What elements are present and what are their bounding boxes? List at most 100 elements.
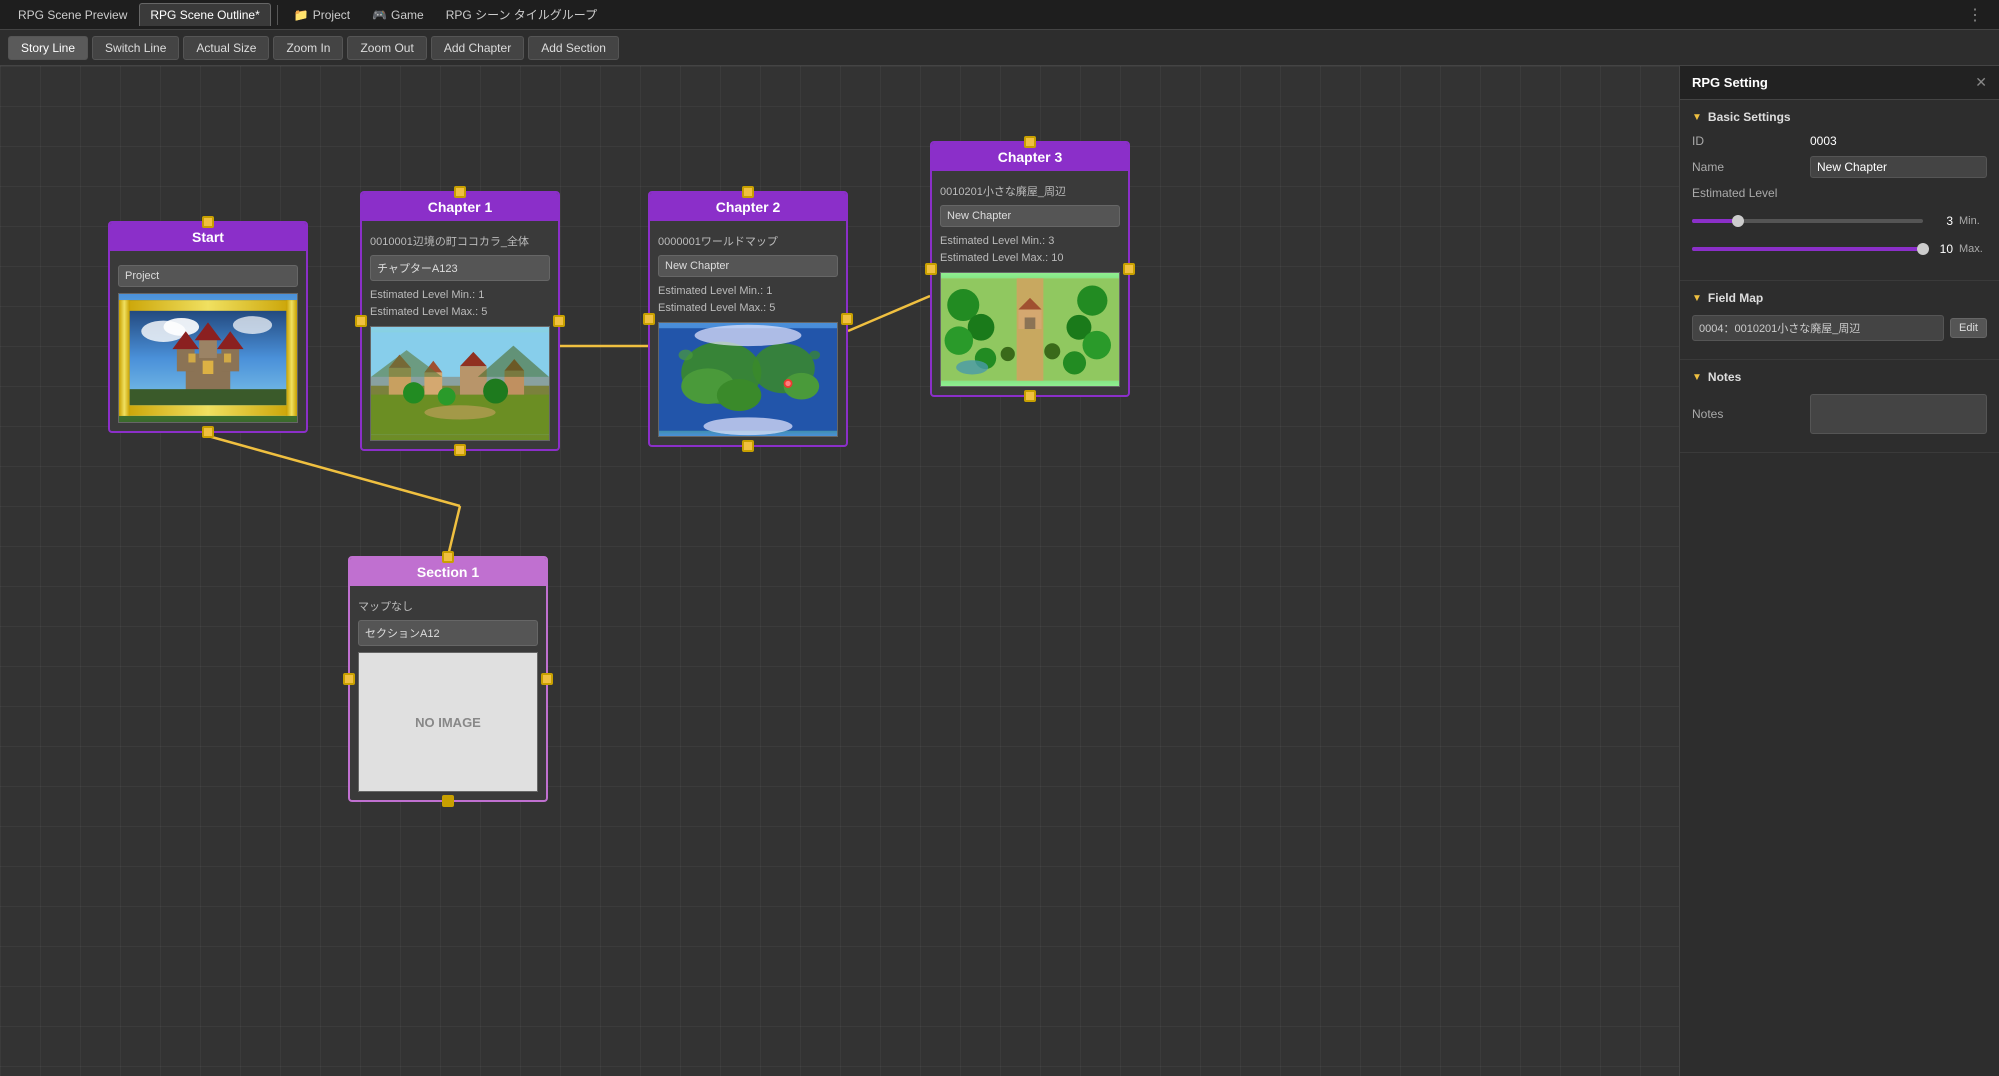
start-node-content: Project xyxy=(110,251,306,431)
notes-input[interactable] xyxy=(1810,394,1987,434)
field-map-section: ▼ Field Map 0004：0010201小さな廃屋_周辺 Edit xyxy=(1680,281,1999,360)
chapter3-node[interactable]: Chapter 3 0010201小さな廃屋_周辺 New Chapter Es… xyxy=(930,141,1130,397)
name-row: Name xyxy=(1692,156,1987,178)
folder-icon: 📁 xyxy=(294,8,309,22)
section1-node[interactable]: Section 1 マップなし セクションA12 NO IMAGE xyxy=(348,556,548,802)
chapter1-node[interactable]: Chapter 1 0010001辺境の町ココカラ_全体 チャプターA123 E… xyxy=(360,191,560,451)
id-value: 0003 xyxy=(1810,134,1987,148)
chapter3-map-id: 0010201小さな廃屋_周辺 xyxy=(940,183,1120,199)
actual-size-button[interactable]: Actual Size xyxy=(183,36,269,60)
chapter2-node[interactable]: Chapter 2 0000001ワールドマップ New Chapter Est… xyxy=(648,191,848,447)
start-connector-top[interactable] xyxy=(202,216,214,228)
chapter2-field: New Chapter xyxy=(658,255,838,277)
tab-tile-group[interactable]: RPG シーン タイルグループ xyxy=(436,2,607,27)
notes-label: Notes xyxy=(1692,407,1802,421)
level-max-value: 10 xyxy=(1929,242,1953,256)
section1-title: Section 1 xyxy=(417,564,479,580)
chapter1-map-id: 0010001辺境の町ココカラ_全体 xyxy=(370,233,550,249)
level-max-unit: Max. xyxy=(1959,243,1987,255)
chapter1-level: Estimated Level Min.: 1 Estimated Level … xyxy=(370,287,550,320)
toolbar: Story Line Switch Line Actual Size Zoom … xyxy=(0,30,1999,66)
id-row: ID 0003 xyxy=(1692,134,1987,148)
chapter2-content: 0000001ワールドマップ New Chapter Estimated Lev… xyxy=(650,221,846,445)
chapter1-field: チャプターA123 xyxy=(370,255,550,281)
notes-arrow: ▼ xyxy=(1692,372,1702,383)
tab-bar: RPG Scene Preview RPG Scene Outline* 📁Pr… xyxy=(0,0,1999,30)
tab-project[interactable]: 📁Project xyxy=(284,4,360,26)
chapter1-connector-top[interactable] xyxy=(454,186,466,198)
chapter2-image xyxy=(658,322,838,437)
field-map-arrow: ▼ xyxy=(1692,293,1702,304)
story-line-button[interactable]: Story Line xyxy=(8,36,88,60)
chapter1-connector-right[interactable] xyxy=(553,315,565,327)
setting-panel-close-button[interactable]: ✕ xyxy=(1975,74,1987,91)
notes-row: Notes xyxy=(1692,394,1987,434)
name-label: Name xyxy=(1692,160,1802,174)
chapter2-connector-top[interactable] xyxy=(742,186,754,198)
zoom-in-button[interactable]: Zoom In xyxy=(273,36,343,60)
menu-dots-button[interactable]: ⋮ xyxy=(1959,5,1991,25)
section1-connector-left[interactable] xyxy=(343,673,355,685)
tab-divider-1 xyxy=(277,5,278,25)
chapter2-connector-left[interactable] xyxy=(643,313,655,325)
zoom-out-button[interactable]: Zoom Out xyxy=(347,36,426,60)
section1-connector-top[interactable] xyxy=(442,551,454,563)
chapter3-connector-bottom[interactable] xyxy=(1024,390,1036,402)
chapter3-field: New Chapter xyxy=(940,205,1120,227)
start-node-title: Start xyxy=(192,229,224,245)
chapter2-map-id: 0000001ワールドマップ xyxy=(658,233,838,249)
add-chapter-button[interactable]: Add Chapter xyxy=(431,36,524,60)
chapter1-connector-left[interactable] xyxy=(355,315,367,327)
start-project-field: Project xyxy=(118,265,298,287)
basic-settings-title: Basic Settings xyxy=(1708,110,1791,124)
tab-game[interactable]: 🎮Game xyxy=(362,4,434,26)
basic-settings-arrow: ▼ xyxy=(1692,112,1702,123)
chapter3-connector-right[interactable] xyxy=(1123,263,1135,275)
estimated-level-row: Estimated Level 3 Min. 10 Max. xyxy=(1692,186,1987,262)
chapter1-connector-bottom[interactable] xyxy=(454,444,466,456)
chapter3-map-img xyxy=(941,273,1119,386)
field-map-title: Field Map xyxy=(1708,291,1763,305)
chapter3-connector-top[interactable] xyxy=(1024,136,1036,148)
section1-connector-right[interactable] xyxy=(541,673,553,685)
field-map-value-display: 0004：0010201小さな廃屋_周辺 xyxy=(1692,315,1944,341)
section1-field: セクションA12 xyxy=(358,620,538,646)
section1-connector-bottom[interactable] xyxy=(442,795,454,807)
chapter2-connector-right[interactable] xyxy=(841,313,853,325)
chapter3-title: Chapter 3 xyxy=(998,149,1063,165)
level-max-row: 10 Max. xyxy=(1692,242,1987,256)
section1-no-image: NO IMAGE xyxy=(359,653,537,791)
chapter2-map-img xyxy=(659,323,837,436)
start-map-image xyxy=(119,294,297,422)
notes-section: ▼ Notes Notes xyxy=(1680,360,1999,453)
start-node[interactable]: Start Project xyxy=(108,221,308,433)
switch-line-button[interactable]: Switch Line xyxy=(92,36,179,60)
field-map-edit-button[interactable]: Edit xyxy=(1950,318,1987,338)
canvas-area[interactable]: Start Project xyxy=(0,66,1679,1076)
chapter1-image xyxy=(370,326,550,441)
estimated-level-label: Estimated Level xyxy=(1692,186,1802,200)
notes-header: ▼ Notes xyxy=(1692,370,1987,384)
add-section-button[interactable]: Add Section xyxy=(528,36,619,60)
level-min-slider[interactable] xyxy=(1692,219,1923,223)
chapter2-level: Estimated Level Min.: 1 Estimated Level … xyxy=(658,283,838,316)
tab-rpg-outline[interactable]: RPG Scene Outline* xyxy=(139,3,270,26)
game-icon: 🎮 xyxy=(372,8,387,22)
section1-image: NO IMAGE xyxy=(358,652,538,792)
setting-panel-header: RPG Setting ✕ xyxy=(1680,66,1999,100)
tab-rpg-preview[interactable]: RPG Scene Preview xyxy=(8,4,137,26)
chapter1-map-img xyxy=(371,327,549,440)
chapter1-title: Chapter 1 xyxy=(428,199,493,215)
id-label: ID xyxy=(1692,134,1802,148)
chapter2-connector-bottom[interactable] xyxy=(742,440,754,452)
start-image-area xyxy=(118,293,298,423)
chapter2-title: Chapter 2 xyxy=(716,199,781,215)
section1-content: マップなし セクションA12 NO IMAGE xyxy=(350,586,546,800)
field-map-value-row: 0004：0010201小さな廃屋_周辺 Edit xyxy=(1692,315,1987,341)
name-input[interactable] xyxy=(1810,156,1987,178)
chapter3-level: Estimated Level Min.: 3 Estimated Level … xyxy=(940,233,1120,266)
main-area: Start Project xyxy=(0,66,1999,1076)
level-max-slider[interactable] xyxy=(1692,247,1923,251)
start-connector-bottom[interactable] xyxy=(202,426,214,438)
chapter3-connector-left[interactable] xyxy=(925,263,937,275)
